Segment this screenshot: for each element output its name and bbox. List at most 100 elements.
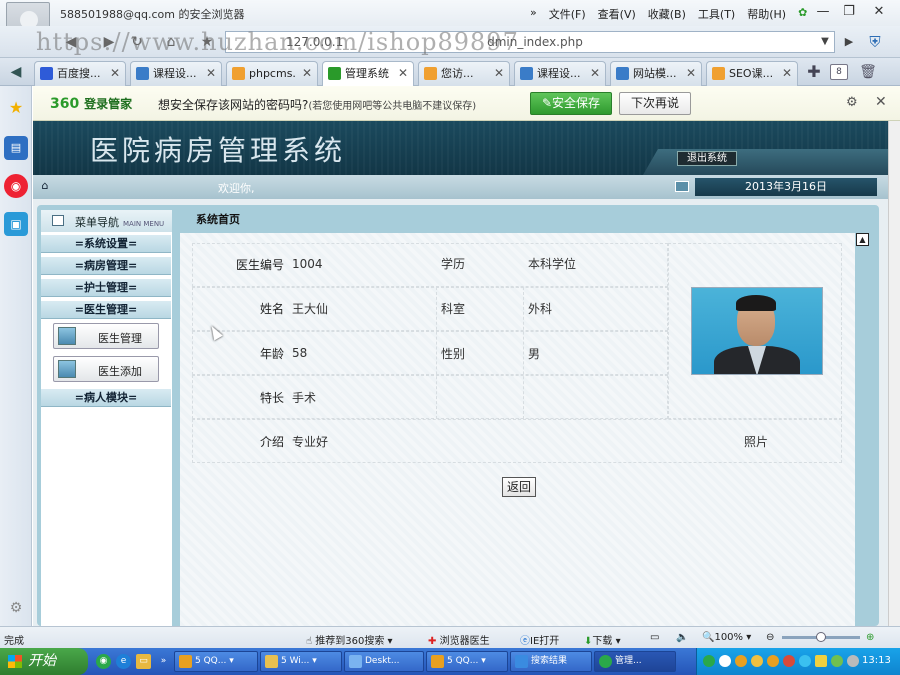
quicklaunch-ie-icon[interactable]: e	[116, 654, 131, 669]
home-icon[interactable]: ⌂	[38, 180, 52, 192]
value-age: 58	[292, 346, 308, 360]
submenu-doctor-add[interactable]: 医生添加	[53, 356, 159, 382]
menu-file[interactable]: 文件(F)	[549, 6, 586, 22]
menu-favorites[interactable]: 收藏(B)	[648, 6, 686, 22]
close-tab-icon[interactable]: ✕	[494, 62, 504, 85]
ie-open-button[interactable]: ⓔIE打开	[520, 632, 559, 647]
close-tab-icon[interactable]: ✕	[206, 62, 216, 85]
tab-phpcms[interactable]: phpcms...✕	[226, 61, 318, 86]
restore-button[interactable]: ❐	[836, 3, 862, 21]
app-icon[interactable]: ▣	[4, 212, 28, 236]
menu-bar: » 文件(F) 查看(V) 收藏(B) 工具(T) 帮助(H) ✿	[530, 6, 807, 22]
quicklaunch-folder-icon[interactable]: ▭	[136, 654, 151, 669]
back-button[interactable]: 返回	[502, 477, 536, 497]
address-bar[interactable]: 127.0.0.1 dmin_index.php	[225, 31, 835, 53]
star-icon[interactable]: ★	[198, 33, 216, 51]
menu-chevron-icon[interactable]: »	[530, 6, 537, 22]
refresh-icon[interactable]: ↻	[128, 33, 146, 51]
weibo-icon[interactable]: ◉	[4, 174, 28, 198]
tab-admin[interactable]: 管理系统 ✕	[322, 61, 414, 87]
submenu-doctor-management[interactable]: 医生管理	[53, 323, 159, 349]
doctor-icon	[58, 327, 76, 345]
content-title: 系统首页	[196, 213, 240, 226]
task-qq-2[interactable]: 5 QQ... ▾	[426, 651, 508, 672]
close-tab-icon[interactable]: ✕	[686, 62, 696, 85]
task-qq-1[interactable]: 5 QQ... ▾	[174, 651, 258, 672]
tray-shield-icon[interactable]	[815, 655, 827, 667]
baidu-icon	[40, 67, 53, 80]
forward-icon[interactable]: ▶	[100, 33, 118, 51]
task-admin-browser[interactable]: 管理...	[594, 651, 676, 672]
go-icon[interactable]: ▶	[840, 33, 858, 51]
screen-icon[interactable]: ▭	[650, 632, 659, 643]
tray-qq-icon[interactable]	[735, 655, 747, 667]
task-desktop[interactable]: Deskt...	[344, 651, 424, 672]
home-icon[interactable]: ⌂	[162, 33, 180, 51]
tray-volume-icon[interactable]	[847, 655, 859, 667]
photo-hair	[736, 295, 776, 311]
menu-tools[interactable]: 工具(T)	[698, 6, 735, 22]
menu-view[interactable]: 查看(V)	[598, 6, 636, 22]
address-dropdown-icon[interactable]: ▼	[816, 33, 834, 51]
tab-count-badge[interactable]: 8	[830, 64, 848, 80]
task-windows[interactable]: 5 Wi... ▾	[260, 651, 342, 672]
tab-template[interactable]: 网站模... ✕	[610, 61, 702, 86]
volume-icon[interactable]: 🔈	[676, 632, 688, 643]
tray-network-icon[interactable]	[799, 655, 811, 667]
trash-icon[interactable]: 🗑	[858, 62, 878, 82]
tray-app-icon[interactable]	[831, 655, 843, 667]
start-button[interactable]: 开始	[0, 648, 88, 675]
menu-help[interactable]: 帮助(H)	[747, 6, 786, 22]
news-icon[interactable]: ▤	[4, 136, 28, 160]
bar-settings-icon[interactable]: ⚙	[846, 95, 858, 110]
doctor-photo	[691, 287, 823, 375]
scroll-up-icon[interactable]: ▲	[856, 233, 869, 246]
tab-course-2[interactable]: 课程设... ✕	[514, 61, 606, 86]
later-button[interactable]: 下次再说	[619, 92, 691, 115]
close-tab-icon[interactable]: ✕	[398, 62, 408, 85]
address-host: 127.0.0.1	[286, 35, 344, 49]
close-tab-icon[interactable]: ✕	[782, 62, 792, 85]
close-tab-icon[interactable]: ✕	[590, 62, 600, 85]
page-scrollbar[interactable]	[888, 121, 900, 626]
minimize-button[interactable]: —	[810, 3, 836, 21]
welcome-text: 欢迎你,	[218, 182, 255, 195]
zoom-out-icon[interactable]: ⊖	[766, 632, 774, 643]
menu-item-patient-module[interactable]: =病人模块=	[41, 388, 171, 407]
quicklaunch-more-icon[interactable]: »	[156, 654, 171, 669]
tab-visit[interactable]: 您访... ✕	[418, 61, 510, 86]
tray-qq-icon[interactable]	[767, 655, 779, 667]
tray-qq-icon[interactable]	[783, 655, 795, 667]
shield-icon[interactable]: ⛨	[864, 31, 886, 53]
tray-ie-icon[interactable]	[719, 655, 731, 667]
tray-360-icon[interactable]	[703, 655, 715, 667]
close-window-button[interactable]: ✕	[866, 3, 892, 21]
tray-app-icon[interactable]	[751, 655, 763, 667]
close-tab-icon[interactable]: ✕	[302, 62, 312, 85]
tab-seo[interactable]: SEO课... ✕	[706, 61, 798, 86]
back-icon[interactable]: ◀	[62, 33, 80, 51]
close-bar-icon[interactable]: ✕	[875, 94, 887, 110]
tab-course-1[interactable]: 课程设... ✕	[130, 61, 222, 86]
menu-item-doctor-management[interactable]: =医生管理=	[41, 300, 171, 319]
menu-item-nurse-management[interactable]: =护士管理=	[41, 278, 171, 297]
zoom-control[interactable]: 🔍100% ▾	[702, 632, 751, 643]
secure-save-button[interactable]: ✎安全保存	[530, 92, 612, 115]
sidebar-toggle-icon[interactable]: ◀	[4, 62, 28, 82]
tab-baidu[interactable]: 百度搜... ✕	[34, 61, 126, 86]
favorites-star-icon[interactable]: ★	[4, 96, 28, 120]
menu-item-ward-management[interactable]: =病房管理=	[41, 256, 171, 275]
zoom-slider-handle[interactable]	[816, 632, 826, 642]
new-tab-icon[interactable]: ✚	[804, 62, 824, 82]
settings-gear-icon[interactable]: ⚙	[4, 596, 28, 620]
logout-button[interactable]: 退出系统	[677, 151, 737, 166]
download-button[interactable]: ⬇下载 ▾	[584, 632, 621, 647]
shirt-icon[interactable]: ✿	[798, 6, 807, 22]
close-tab-icon[interactable]: ✕	[110, 62, 120, 85]
zoom-in-icon[interactable]: ⊕	[866, 632, 874, 643]
task-search-results[interactable]: 搜索结果	[510, 651, 592, 672]
menu-item-system-settings[interactable]: =系统设置=	[41, 234, 171, 253]
browser-doctor-button[interactable]: ✚ 浏览器医生	[428, 632, 490, 647]
quicklaunch-360-icon[interactable]: ◉	[96, 654, 111, 669]
recommend-360-button[interactable]: ☝ 推荐到360搜索 ▾	[306, 632, 393, 647]
